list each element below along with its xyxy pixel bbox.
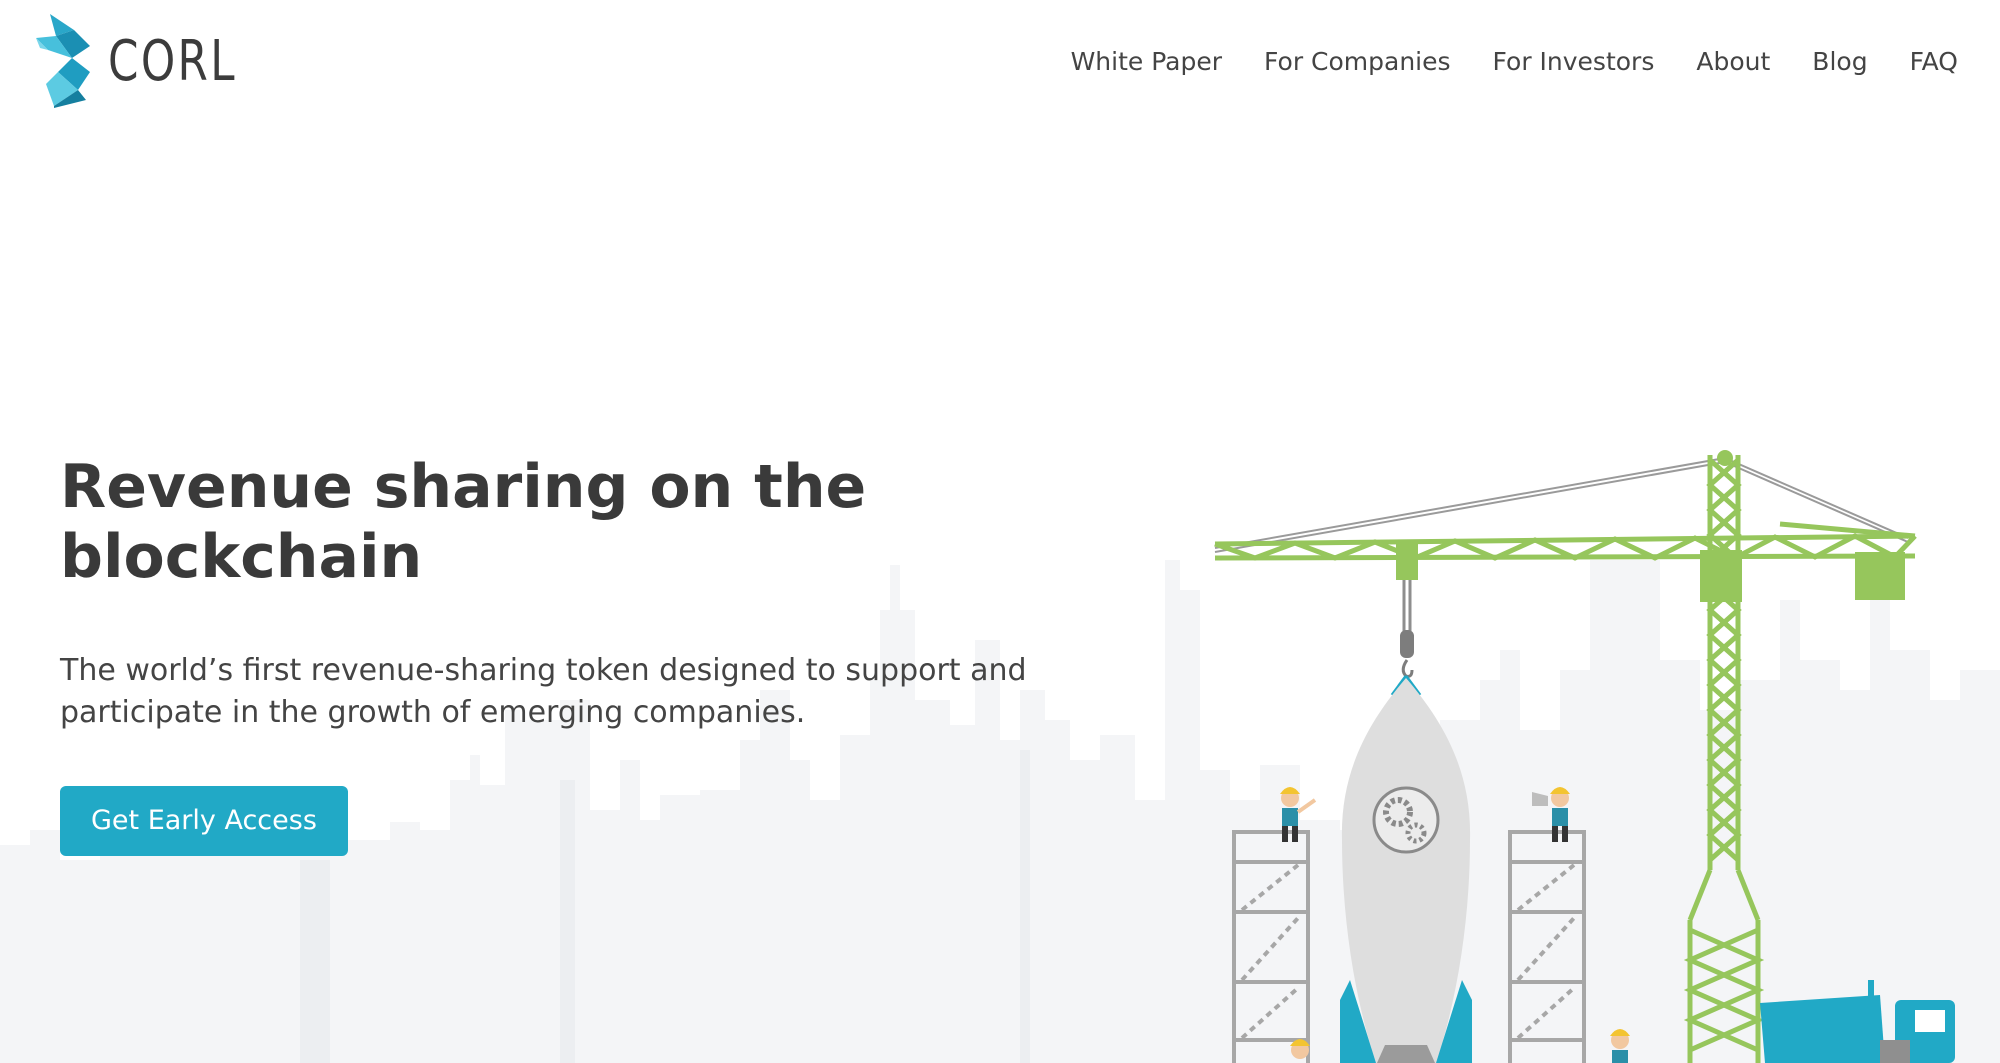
crane-top-graphic <box>1717 450 1733 466</box>
brand-logo-link[interactable]: CORL <box>36 14 273 108</box>
nav-item-blog[interactable]: Blog <box>1791 44 1888 80</box>
rocket-graphic <box>1340 678 1472 1063</box>
crane-cab-graphic <box>1700 550 1742 602</box>
nav-item-for-investors[interactable]: For Investors <box>1472 44 1676 80</box>
nav-item-for-companies[interactable]: For Companies <box>1243 44 1472 80</box>
nav-item-white-paper[interactable]: White Paper <box>1050 44 1243 80</box>
dump-truck-graphic <box>1760 980 1955 1063</box>
crane-hook-graphic <box>1390 580 1422 696</box>
main-nav: White Paper For Companies For Investors … <box>1050 44 1958 80</box>
corl-logo-icon <box>36 14 90 108</box>
hero-section: Revenue sharing on the blockchain The wo… <box>60 452 1060 856</box>
crane-counterweight-graphic <box>1855 552 1905 600</box>
crane-trolley-graphic <box>1396 540 1418 580</box>
scaffold-right-graphic <box>1508 830 1586 1063</box>
nav-item-about[interactable]: About <box>1675 44 1791 80</box>
scaffold-left-graphic <box>1232 830 1310 1063</box>
construction-rocket-illustration <box>1214 450 1955 1063</box>
hero-subtitle: The world’s first revenue-sharing token … <box>60 653 1027 730</box>
brand-name: CORL <box>108 28 237 94</box>
nav-item-faq[interactable]: FAQ <box>1889 44 1958 80</box>
get-early-access-button[interactable]: Get Early Access <box>60 786 348 856</box>
worker-bottom-right-graphic <box>1610 1029 1630 1063</box>
hero-title: Revenue sharing on the blockchain <box>60 452 867 592</box>
crane-tower-graphic <box>1683 455 1765 1063</box>
site-header: CORL White Paper For Companies For Inves… <box>0 0 2000 125</box>
